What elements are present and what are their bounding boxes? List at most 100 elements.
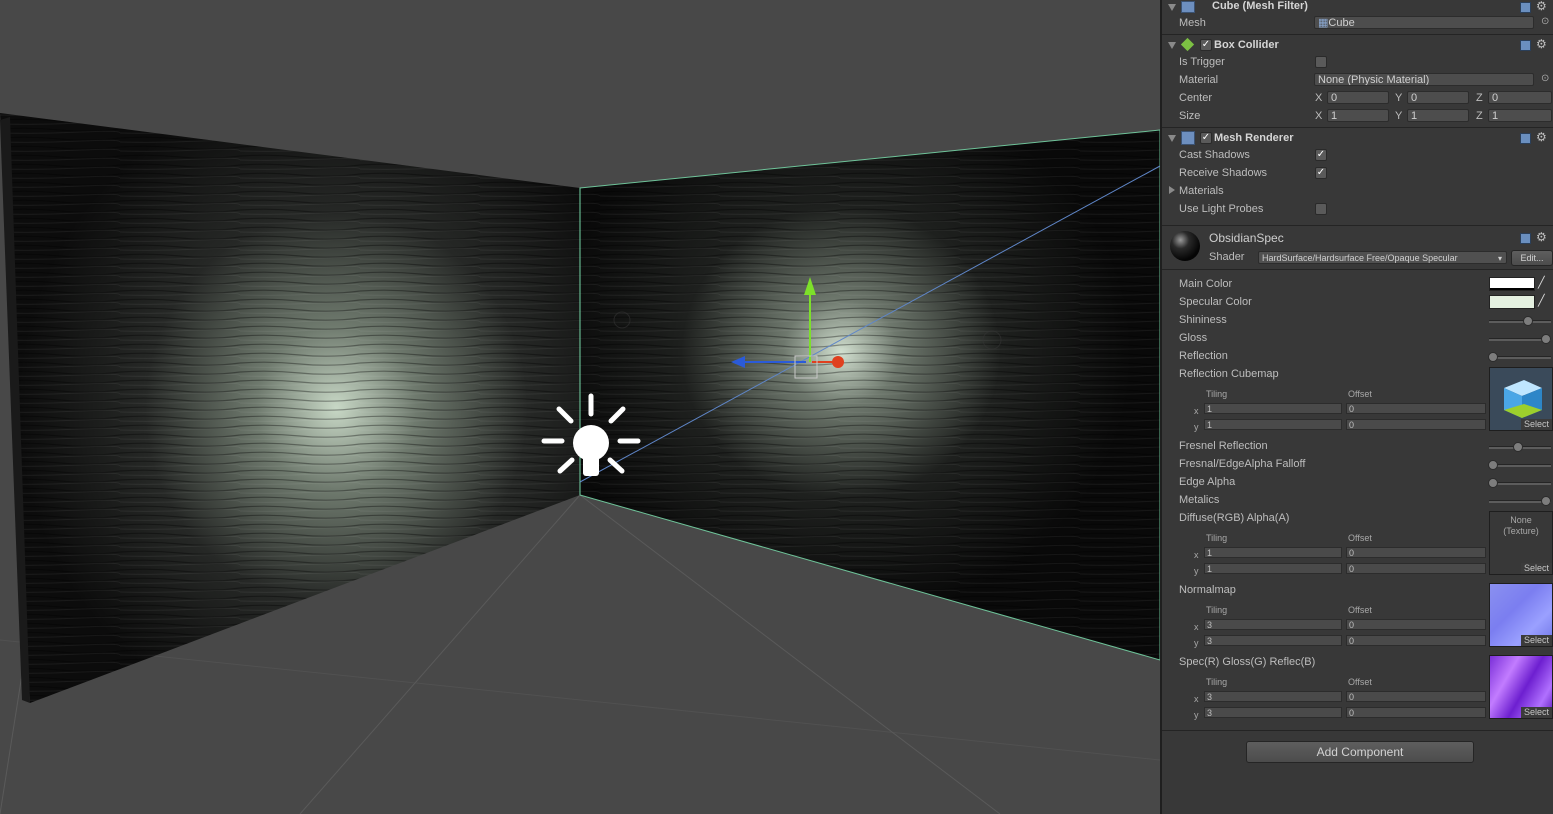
diffuse-select-button[interactable]: Select bbox=[1520, 563, 1552, 574]
center-z-field[interactable]: 0 bbox=[1488, 91, 1552, 104]
normalmap-select-button[interactable]: Select bbox=[1520, 635, 1552, 646]
shininess-slider[interactable] bbox=[1489, 320, 1551, 323]
center-x-field[interactable]: 0 bbox=[1327, 91, 1389, 104]
materials-label[interactable]: Materials bbox=[1179, 185, 1224, 197]
divider bbox=[1162, 269, 1553, 270]
box-collider-title: Box Collider bbox=[1214, 39, 1279, 51]
spec-tiling-y[interactable]: 3 bbox=[1204, 707, 1342, 718]
cubemap-label: Reflection Cubemap bbox=[1179, 368, 1279, 380]
mesh-filter-foldout[interactable] bbox=[1168, 4, 1176, 11]
normalmap-thumbnail[interactable]: Select bbox=[1489, 583, 1553, 647]
is-trigger-checkbox[interactable] bbox=[1315, 56, 1327, 68]
specular-color-swatch[interactable] bbox=[1489, 295, 1535, 309]
cast-shadows-checkbox[interactable]: ✓ bbox=[1315, 149, 1327, 161]
edge-alpha-slider-knob[interactable] bbox=[1488, 478, 1498, 488]
fresnel-label: Fresnel Reflection bbox=[1179, 440, 1268, 452]
gear-icon[interactable]: ⚙ bbox=[1536, 131, 1547, 143]
help-icon[interactable] bbox=[1520, 40, 1531, 51]
box-collider-foldout[interactable] bbox=[1168, 42, 1176, 49]
edge-alpha-slider[interactable] bbox=[1489, 482, 1551, 485]
add-component-button[interactable]: Add Component bbox=[1246, 741, 1474, 763]
gear-icon[interactable]: ⚙ bbox=[1536, 0, 1547, 12]
shader-label: Shader bbox=[1209, 251, 1245, 263]
falloff-label: Fresnal/EdgeAlpha Falloff bbox=[1179, 458, 1306, 470]
scene-view[interactable] bbox=[0, 0, 1160, 814]
shininess-slider-knob[interactable] bbox=[1522, 316, 1533, 326]
x-label: x bbox=[1194, 694, 1199, 704]
diffuse-offset-x[interactable]: 0 bbox=[1346, 547, 1486, 558]
inspector-panel: Cube (Mesh Filter) ⚙ Mesh ▦Cube ⊙ ✓ Box … bbox=[1160, 0, 1553, 814]
diffuse-tiling-y[interactable]: 1 bbox=[1204, 563, 1342, 574]
mesh-renderer-foldout[interactable] bbox=[1168, 135, 1176, 142]
object-picker-icon[interactable]: ⊙ bbox=[1541, 73, 1549, 84]
mesh-field[interactable]: ▦Cube bbox=[1314, 16, 1534, 29]
tiling-label: Tiling bbox=[1206, 605, 1228, 615]
object-picker-icon[interactable]: ⊙ bbox=[1541, 16, 1549, 27]
normal-tiling-x[interactable]: 3 bbox=[1204, 619, 1342, 630]
size-label: Size bbox=[1179, 110, 1201, 122]
center-y-field[interactable]: 0 bbox=[1407, 91, 1469, 104]
diffuse-offset-y[interactable]: 0 bbox=[1346, 563, 1486, 574]
spec-select-button[interactable]: Select bbox=[1520, 707, 1552, 718]
shader-dropdown[interactable]: HardSurface/Hardsurface Free/Opaque Spec… bbox=[1258, 251, 1507, 264]
reflection-slider-knob[interactable] bbox=[1488, 352, 1498, 362]
normal-offset-x[interactable]: 0 bbox=[1346, 619, 1486, 630]
normal-tiling-y[interactable]: 3 bbox=[1204, 635, 1342, 646]
gloss-label: Gloss bbox=[1179, 332, 1208, 344]
y-label: y bbox=[1194, 566, 1199, 576]
x-label: x bbox=[1194, 550, 1199, 560]
falloff-slider[interactable] bbox=[1489, 464, 1551, 467]
x-label: x bbox=[1194, 622, 1199, 632]
fresnel-slider-knob[interactable] bbox=[1513, 442, 1524, 452]
tiling-label: Tiling bbox=[1206, 677, 1228, 687]
falloff-slider-knob[interactable] bbox=[1488, 460, 1498, 470]
divider bbox=[1162, 225, 1553, 226]
normal-offset-y[interactable]: 0 bbox=[1346, 635, 1486, 646]
receive-shadows-checkbox[interactable]: ✓ bbox=[1315, 167, 1327, 179]
edge-alpha-label: Edge Alpha bbox=[1179, 476, 1236, 488]
cubemap-thumbnail[interactable]: Select bbox=[1489, 367, 1553, 431]
spec-offset-y[interactable]: 0 bbox=[1346, 707, 1486, 718]
help-icon[interactable] bbox=[1520, 133, 1531, 144]
diffuse-thumbnail[interactable]: None (Texture) Select bbox=[1489, 511, 1553, 575]
mesh-renderer-enabled-checkbox[interactable]: ✓ bbox=[1200, 132, 1212, 144]
spec-offset-x[interactable]: 0 bbox=[1346, 691, 1486, 702]
box-collider-enabled-checkbox[interactable]: ✓ bbox=[1200, 39, 1212, 51]
is-trigger-label: Is Trigger bbox=[1179, 56, 1225, 68]
shader-value: HardSurface/Hardsurface Free/Opaque Spec… bbox=[1262, 253, 1458, 263]
x-label: x bbox=[1194, 406, 1199, 416]
materials-foldout[interactable] bbox=[1169, 186, 1175, 194]
cubemap-offset-y[interactable]: 0 bbox=[1346, 419, 1486, 430]
eyedropper-icon[interactable]: ╱ bbox=[1538, 276, 1545, 289]
help-icon[interactable] bbox=[1520, 233, 1531, 244]
cubemap-tiling-y[interactable]: 1 bbox=[1204, 419, 1342, 430]
shininess-label: Shininess bbox=[1179, 314, 1227, 326]
divider bbox=[1162, 127, 1553, 128]
size-y-field[interactable]: 1 bbox=[1407, 109, 1469, 122]
physic-material-field[interactable]: None (Physic Material) bbox=[1314, 73, 1534, 86]
light-probes-checkbox[interactable] bbox=[1315, 203, 1327, 215]
spec-label: Spec(R) Gloss(G) Reflec(B) bbox=[1179, 656, 1316, 668]
spec-thumbnail[interactable]: Select bbox=[1489, 655, 1553, 719]
eyedropper-icon[interactable]: ╱ bbox=[1538, 294, 1545, 307]
help-icon[interactable] bbox=[1520, 2, 1531, 13]
cubemap-select-button[interactable]: Select bbox=[1520, 419, 1552, 430]
spec-tiling-x[interactable]: 3 bbox=[1204, 691, 1342, 702]
metalics-slider-knob[interactable] bbox=[1541, 496, 1552, 506]
edit-shader-button[interactable]: Edit... bbox=[1511, 250, 1553, 266]
gear-icon[interactable]: ⚙ bbox=[1536, 231, 1547, 243]
cubemap-tiling-x[interactable]: 1 bbox=[1204, 403, 1342, 414]
gear-icon[interactable]: ⚙ bbox=[1536, 38, 1547, 50]
gloss-slider-knob[interactable] bbox=[1541, 334, 1552, 344]
scene-canvas[interactable] bbox=[0, 0, 1160, 814]
diffuse-tiling-x[interactable]: 1 bbox=[1204, 547, 1342, 558]
mesh-filter-title: Cube (Mesh Filter) bbox=[1212, 0, 1308, 12]
main-color-swatch[interactable] bbox=[1489, 277, 1535, 291]
offset-label: Offset bbox=[1348, 389, 1372, 399]
cubemap-offset-x[interactable]: 0 bbox=[1346, 403, 1486, 414]
light-probes-label: Use Light Probes bbox=[1179, 203, 1264, 215]
size-x-field[interactable]: 1 bbox=[1327, 109, 1389, 122]
size-z-field[interactable]: 1 bbox=[1488, 109, 1552, 122]
reflection-slider[interactable] bbox=[1489, 356, 1551, 359]
tiling-label: Tiling bbox=[1206, 533, 1228, 543]
